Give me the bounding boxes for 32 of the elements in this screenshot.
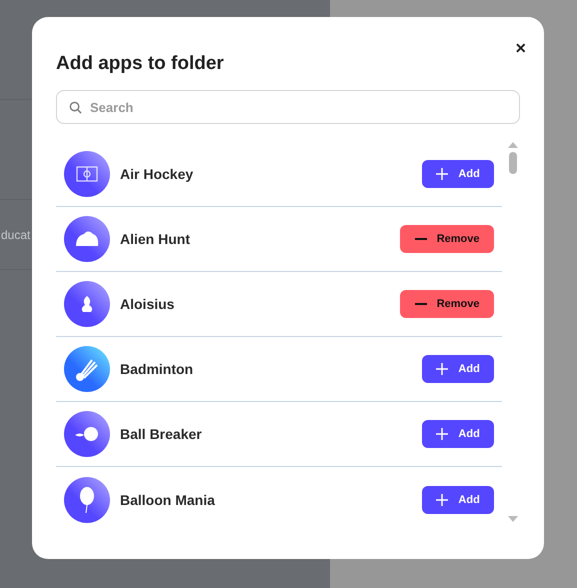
- tab-label: ducat: [1, 228, 30, 242]
- search-icon: [69, 101, 82, 114]
- scroll-up-icon[interactable]: [508, 142, 518, 148]
- search-field[interactable]: Search: [56, 90, 520, 124]
- remove-button[interactable]: Remove: [400, 290, 494, 318]
- minus-icon: [414, 238, 427, 240]
- app-name: Badminton: [120, 361, 194, 377]
- field-icon: [64, 151, 110, 197]
- app-name: Aloisius: [120, 296, 176, 312]
- figure-icon: [64, 281, 110, 327]
- scroll-thumb[interactable]: [509, 152, 518, 174]
- remove-button[interactable]: Remove: [400, 225, 494, 253]
- app-name: Ball Breaker: [120, 426, 203, 442]
- add-button[interactable]: Add: [422, 486, 494, 514]
- app-name: Alien Hunt: [120, 231, 191, 247]
- shuttlecock-icon: [64, 346, 110, 392]
- plus-icon: [436, 168, 448, 180]
- app-name: Balloon Mania: [120, 492, 216, 508]
- scroll-down-icon[interactable]: [508, 516, 518, 522]
- plus-icon: [436, 494, 448, 506]
- plus-icon: [436, 363, 448, 375]
- balloon-icon: [64, 476, 110, 522]
- add-button[interactable]: Add: [422, 160, 494, 188]
- creature-icon: [64, 216, 110, 262]
- close-button[interactable]: ×: [513, 39, 528, 57]
- app-name: Air Hockey: [120, 166, 194, 182]
- dialog-title: Add apps to folder: [56, 53, 224, 75]
- ball-icon: [64, 411, 110, 457]
- add-button[interactable]: Add: [422, 420, 494, 448]
- plus-icon: [436, 428, 448, 440]
- add-button[interactable]: Add: [422, 355, 494, 383]
- minus-icon: [414, 303, 427, 305]
